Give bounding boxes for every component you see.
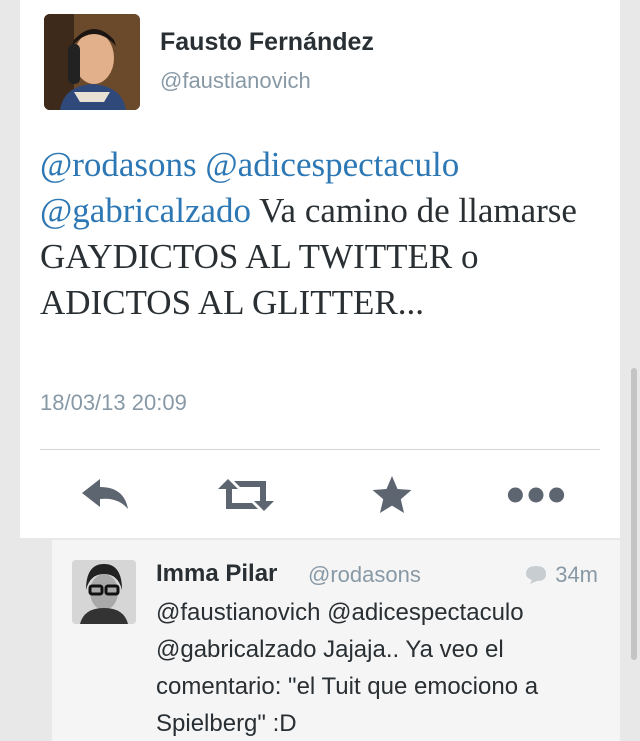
favorite-star-icon [372, 476, 412, 513]
reply-author-name[interactable]: Imma Pilar [156, 560, 277, 588]
reply-author-avatar[interactable] [72, 560, 136, 624]
more-options-button[interactable] [506, 470, 566, 520]
tweet-text: @rodasons @adicespectaculo @gabricalzado… [40, 142, 600, 326]
conversation-bubble-icon [526, 566, 547, 584]
divider [40, 449, 600, 450]
scrollbar[interactable] [631, 368, 637, 660]
more-dots-icon [507, 487, 565, 503]
mention-link[interactable]: @adicespectaculo [205, 145, 459, 184]
reply-text: @faustianovich @adicespectaculo @gabrica… [156, 599, 539, 737]
reply-author-handle[interactable]: @rodasons [308, 562, 421, 588]
retweet-button[interactable] [216, 470, 276, 520]
mention-link[interactable]: @rodasons [40, 145, 197, 184]
reply-tweet[interactable]: Imma Pilar @rodasons 34m @faustianovich … [52, 540, 620, 741]
author-avatar[interactable] [44, 14, 140, 110]
tweet-card: Fausto Fernández @faustianovich @rodason… [20, 0, 620, 538]
favorite-button[interactable] [362, 470, 422, 520]
author-handle[interactable]: @faustianovich [160, 68, 311, 94]
retweet-icon [218, 479, 274, 511]
reply-button[interactable] [75, 470, 135, 520]
tweet-detail-screen: Fausto Fernández @faustianovich @rodason… [0, 0, 640, 741]
reply-time-label: 34m [555, 562, 598, 587]
tweet-timestamp: 18/03/13 20:09 [40, 390, 187, 415]
reply-icon [82, 479, 128, 509]
author-name[interactable]: Fausto Fernández [160, 28, 374, 57]
mention-link[interactable]: @gabricalzado [40, 191, 251, 230]
reply-time: 34m [525, 562, 598, 588]
